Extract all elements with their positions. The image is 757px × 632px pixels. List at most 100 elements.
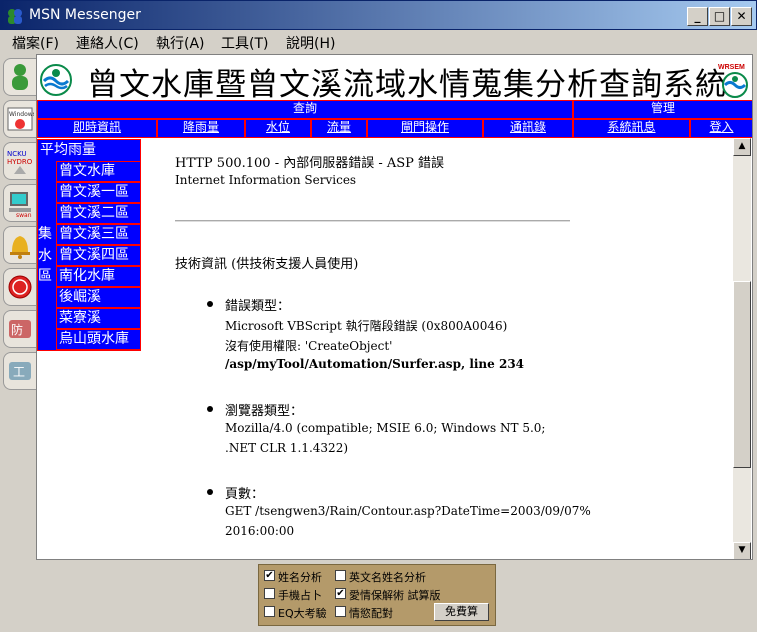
menu-help[interactable]: 說明(H) bbox=[286, 33, 335, 53]
nav-group-admin: 管理 bbox=[573, 100, 752, 119]
browser-type-line: Mozilla/4.0 (compatible; MSIE 6.0; Windo… bbox=[225, 421, 546, 435]
error-type-label: 錯誤類型： bbox=[225, 299, 291, 314]
side-item-cailiao[interactable]: 菜寮溪 bbox=[56, 308, 141, 329]
checkbox-love-analysis[interactable]: ✔ bbox=[335, 588, 346, 599]
option-label: 英文名姓名分析 bbox=[349, 571, 426, 584]
wrsem-logo-icon: WRSEM bbox=[718, 64, 748, 98]
menu-file[interactable]: 檔案(F) bbox=[12, 33, 59, 53]
side-item-tsengwen-reservoir[interactable]: 曾文水庫 bbox=[56, 161, 141, 182]
red-seal-icon bbox=[8, 275, 32, 299]
page-line: 2016:00:00 bbox=[225, 524, 295, 538]
scroll-up-button[interactable]: ▲ bbox=[733, 138, 751, 156]
side-item-zone3[interactable]: 曾文溪三區 bbox=[56, 224, 141, 245]
tab-sidebar: Windows NCKU HYDRO swan 防 工 bbox=[0, 54, 36, 566]
browser-content: 曾文水庫暨曾文溪流域水情蒐集分析查詢系統 WRSEM 查詢 管理 即時資訊 降雨… bbox=[36, 54, 753, 560]
nav-rainfall[interactable]: 降雨量 bbox=[157, 119, 245, 138]
error-type-line: Microsoft VBScript 執行階段錯誤 (0x800A0046) bbox=[225, 319, 508, 333]
option-label: 愛情保解術 試算版 bbox=[349, 589, 441, 602]
computer-icon: swan bbox=[9, 192, 32, 218]
menu-bar: 檔案(F) 連絡人(C) 執行(A) 工具(T) 說明(H) bbox=[0, 30, 757, 54]
nav-flow[interactable]: 流量 bbox=[311, 119, 367, 138]
scroll-thumb[interactable] bbox=[733, 281, 751, 468]
tab-work[interactable]: 工 bbox=[3, 352, 36, 390]
browser-type-label: 瀏覽器類型： bbox=[225, 404, 304, 419]
tab-contacts[interactable] bbox=[3, 58, 36, 96]
ad-panel: ✔ 姓名分析 英文名姓名分析 手機占卜 ✔ 愛情保解術 試算版 EQ大考驗 情慾… bbox=[258, 564, 496, 626]
ncku-hydro-icon: NCKUHYDRO bbox=[7, 150, 33, 174]
nav-water-level[interactable]: 水位 bbox=[245, 119, 311, 138]
side-item-houjue[interactable]: 後崛溪 bbox=[56, 287, 141, 308]
svg-text:swan: swan bbox=[16, 212, 32, 218]
side-vertical-char: 水 bbox=[38, 248, 52, 264]
svg-text:防: 防 bbox=[11, 322, 23, 337]
menu-contacts[interactable]: 連絡人(C) bbox=[76, 33, 139, 53]
prevention-icon: 防 bbox=[9, 320, 31, 338]
error-type-location: /asp/myTool/Automation/Surfer.asp, line … bbox=[225, 357, 525, 371]
nav-system-message[interactable]: 系統訊息 bbox=[573, 119, 690, 138]
side-vertical-char: 集 bbox=[38, 226, 52, 242]
scroll-down-button[interactable]: ▼ bbox=[733, 542, 751, 559]
option-label: 姓名分析 bbox=[278, 571, 322, 584]
svg-text:工: 工 bbox=[13, 365, 25, 379]
close-button[interactable]: ✕ bbox=[731, 7, 752, 26]
checkbox-phone-divination[interactable] bbox=[264, 588, 275, 599]
bullet bbox=[207, 489, 213, 495]
option-label: 手機占卜 bbox=[278, 589, 322, 602]
tab-prevention[interactable]: 防 bbox=[3, 310, 36, 348]
error-title: HTTP 500.100 - 內部伺服器錯誤 - ASP 錯誤 bbox=[175, 156, 445, 171]
svg-text:WRSEM: WRSEM bbox=[718, 64, 745, 71]
nav-login[interactable]: 登入 bbox=[690, 119, 752, 138]
window-title: MSN Messenger bbox=[29, 7, 141, 23]
svg-text:NCKU: NCKU bbox=[7, 150, 27, 158]
side-item-zone2[interactable]: 曾文溪二區 bbox=[56, 203, 141, 224]
free-calc-button[interactable]: 免費算 bbox=[434, 603, 489, 621]
option-label: EQ大考驗 bbox=[278, 607, 327, 620]
tab-alerts[interactable] bbox=[3, 226, 36, 264]
side-item-nanhua[interactable]: 南化水庫 bbox=[56, 266, 141, 287]
error-type-line: 沒有使用權限: 'CreateObject' bbox=[225, 339, 393, 353]
menu-tools[interactable]: 工具(T) bbox=[221, 33, 268, 53]
checkbox-english-name-analysis[interactable] bbox=[335, 570, 346, 581]
side-item-zone1[interactable]: 曾文溪一區 bbox=[56, 182, 141, 203]
nav-directory[interactable]: 通訊錄 bbox=[483, 119, 573, 138]
minimize-button[interactable]: _ bbox=[687, 7, 708, 26]
nav-group-query: 查詢 bbox=[37, 100, 573, 119]
page-line: GET /tsengwen3/Rain/Contour.asp?DateTime… bbox=[225, 504, 591, 518]
side-item-zone4[interactable]: 曾文溪四區 bbox=[56, 245, 141, 266]
msn-messenger-icon bbox=[8, 9, 22, 24]
tab-red-seal[interactable] bbox=[3, 268, 36, 306]
side-item-wushantou[interactable]: 烏山頭水庫 bbox=[56, 329, 141, 350]
water-resources-logo-icon bbox=[40, 64, 72, 96]
bullet bbox=[207, 406, 213, 412]
checkbox-name-analysis[interactable]: ✔ bbox=[264, 570, 275, 581]
page-label: 頁數： bbox=[225, 487, 265, 502]
tab-computer[interactable]: swan bbox=[3, 184, 36, 222]
maximize-button[interactable]: □ bbox=[709, 7, 730, 26]
divider bbox=[175, 220, 570, 222]
buddy-icon bbox=[12, 64, 28, 90]
svg-text:Windows: Windows bbox=[9, 111, 34, 118]
browser-type-line: .NET CLR 1.1.4322) bbox=[225, 441, 349, 455]
bullet bbox=[207, 301, 213, 307]
bell-icon bbox=[10, 236, 30, 259]
menu-actions[interactable]: 執行(A) bbox=[156, 33, 205, 53]
tab-windows-media[interactable]: Windows bbox=[3, 100, 36, 138]
page-title: 曾文水庫暨曾文溪流域水情蒐集分析查詢系統 bbox=[87, 67, 727, 103]
side-menu-title[interactable]: 平均雨量 bbox=[40, 140, 96, 160]
checkbox-eq-test[interactable] bbox=[264, 606, 275, 617]
svg-text:HYDRO: HYDRO bbox=[7, 158, 33, 166]
main-nav: 查詢 管理 即時資訊 降雨量 水位 流量 閘門操作 通訊錄 系統訊息 登入 bbox=[37, 100, 752, 138]
side-vertical-char: 區 bbox=[38, 268, 52, 284]
rainfall-side-menu: 平均雨量 集 水 區 曾文水庫 曾文溪一區 曾文溪二區 曾文溪三區 曾文溪四區 … bbox=[37, 139, 141, 351]
nav-gate-operation[interactable]: 閘門操作 bbox=[367, 119, 483, 138]
vertical-scrollbar[interactable]: ▲ ▼ bbox=[733, 138, 751, 559]
checkbox-love-match[interactable] bbox=[335, 606, 346, 617]
work-icon: 工 bbox=[9, 362, 31, 380]
tech-info-heading: 技術資訊 (供技術支援人員使用) bbox=[175, 257, 359, 272]
nav-realtime[interactable]: 即時資訊 bbox=[37, 119, 157, 138]
title-bar[interactable]: MSN Messenger _ □ ✕ bbox=[0, 0, 757, 30]
option-label: 情慾配對 bbox=[349, 607, 393, 620]
tab-ncku-hydro[interactable]: NCKU HYDRO bbox=[3, 142, 36, 180]
windows-media-icon: Windows bbox=[7, 107, 34, 131]
error-subtitle: Internet Information Services bbox=[175, 173, 357, 187]
